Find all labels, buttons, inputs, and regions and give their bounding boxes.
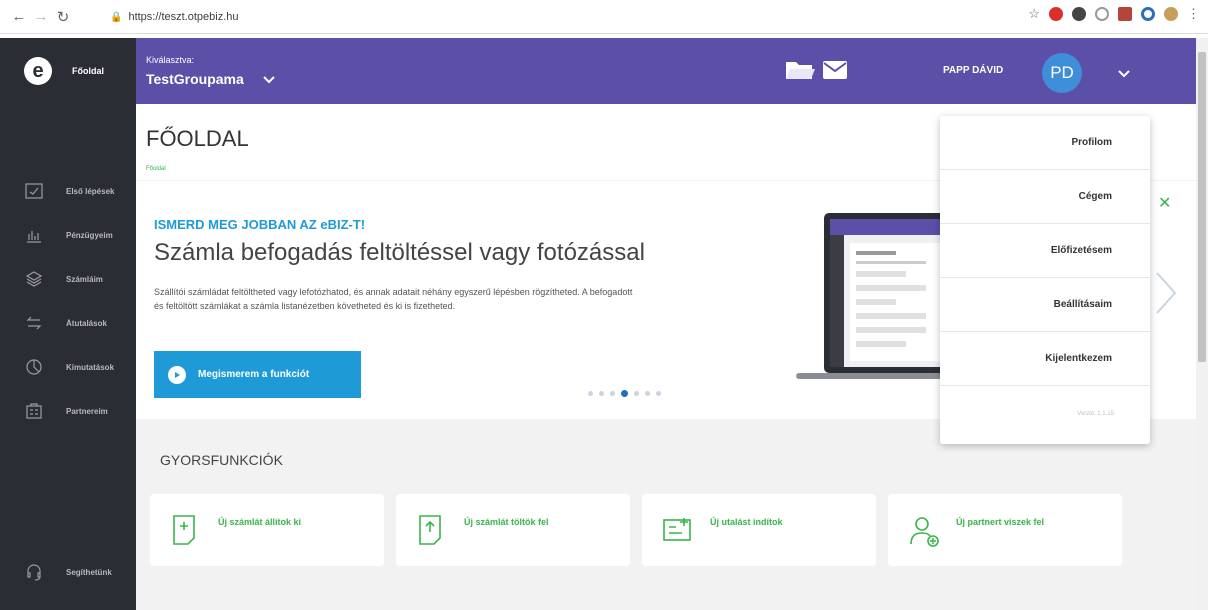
avatar[interactable]: PD [1042, 53, 1082, 93]
sidebar-item-label: Átutalások [66, 318, 107, 328]
company-selector[interactable]: TestGroupama [146, 71, 244, 87]
transfer-icon [24, 313, 44, 333]
quick-upload-invoice-label: Új számlát töltök fel [464, 517, 549, 527]
carousel-dots [588, 390, 661, 397]
sidebar-item-label: Kimutatások [66, 362, 115, 372]
back-icon[interactable]: ← [8, 6, 30, 28]
quick-new-partner-card[interactable]: Új partnert viszek fel [888, 494, 1122, 566]
quick-functions-title: GYORSFUNKCIÓK [160, 452, 283, 468]
quick-new-invoice-label: Új számlát állítok ki [218, 517, 302, 527]
checkbox-icon [24, 181, 44, 201]
sidebar-item-partners[interactable]: Partnereim [0, 396, 136, 426]
chevron-right-icon[interactable] [1154, 271, 1178, 320]
adblock-icon[interactable] [1049, 7, 1063, 21]
sidebar-item-label: Első lépések [66, 186, 115, 196]
sidebar: e Főoldal Első lépések Pénzügyeim Számlá… [0, 38, 136, 610]
quick-upload-invoice-card[interactable]: Új számlát töltök fel [396, 494, 630, 566]
sidebar-item-finances[interactable]: Pénzügyeim [0, 220, 136, 250]
user-name[interactable]: PAPP DÁVID [943, 65, 1003, 76]
sidebar-item-help[interactable]: Segíthetünk [0, 552, 136, 592]
browser-toolbar: ← → ↻ 🔒 https://teszt.otpebiz.hu ☆ ⋮ [0, 0, 1208, 34]
sidebar-item-reports[interactable]: Kimutatások [0, 352, 136, 382]
extension-icon[interactable] [1141, 7, 1155, 21]
user-menu-dropdown: Profilom Cégem Előfizetésem Beállításaim… [940, 116, 1150, 444]
partner-add-icon [908, 514, 942, 553]
company-selector-label: Kiválasztva: [146, 55, 195, 65]
carousel-dot[interactable] [599, 391, 604, 396]
menu-item-settings[interactable]: Beállításaim [940, 278, 1150, 332]
close-icon[interactable]: ✕ [1158, 193, 1171, 213]
sidebar-item-label: Partnereim [66, 406, 108, 416]
sidebar-item-label: Számláim [66, 274, 103, 284]
quick-new-partner-label: Új partnert viszek fel [956, 517, 1045, 527]
invoice-add-icon [170, 514, 198, 551]
page-scrollbar[interactable] [1196, 38, 1208, 610]
sidebar-home[interactable]: e Főoldal [0, 38, 136, 104]
version-text: Verzió: 1.1.15 [1077, 411, 1114, 417]
menu-item-company[interactable]: Cégem [940, 170, 1150, 224]
invoice-upload-icon [416, 514, 444, 551]
mail-icon[interactable] [822, 60, 848, 85]
url-text: https://teszt.otpebiz.hu [128, 11, 239, 23]
carousel-dot-active[interactable] [621, 390, 628, 397]
quick-new-transfer-card[interactable]: Új utalást indítok [642, 494, 876, 566]
chevron-down-icon[interactable] [262, 72, 276, 90]
carousel-dot[interactable] [634, 391, 639, 396]
menu-item-logout[interactable]: Kijelentkezem [940, 332, 1150, 386]
extension-icon[interactable] [1072, 7, 1086, 21]
learn-feature-label: Megismerem a funkciót [198, 369, 310, 380]
page-title: FŐOLDAL [146, 126, 249, 151]
headset-icon [24, 562, 44, 582]
learn-feature-button[interactable]: Megismerem a funkciót [154, 351, 361, 398]
extension-icons: ☆ ⋮ [1028, 6, 1200, 22]
topbar: Kiválasztva: TestGroupama PAPP DÁVID PD [136, 38, 1196, 104]
layers-icon [24, 269, 44, 289]
forward-icon[interactable]: → [30, 6, 52, 28]
banner-title: Számla befogadás feltöltéssel vagy fotóz… [154, 239, 645, 266]
menu-item-profile[interactable]: Profilom [940, 116, 1150, 170]
chevron-down-icon[interactable] [1117, 66, 1131, 84]
folder-icon[interactable] [784, 58, 816, 87]
address-bar[interactable]: 🔒 https://teszt.otpebiz.hu [110, 6, 940, 28]
banner-kicker: ISMERD MEG JOBBAN AZ eBIZ-T! [154, 217, 366, 232]
bookmark-star-icon[interactable]: ☆ [1028, 6, 1040, 22]
sidebar-item-invoices[interactable]: Számláim [0, 264, 136, 294]
sidebar-item-label: Pénzügyeim [66, 230, 113, 240]
banner-text: Szállítói számládat feltöltheted vagy le… [154, 287, 633, 311]
carousel-dot[interactable] [610, 391, 615, 396]
menu-item-subscription[interactable]: Előfizetésem [940, 224, 1150, 278]
bar-chart-icon [24, 225, 44, 245]
reload-icon[interactable]: ↻ [52, 6, 74, 28]
transfer-new-icon [662, 514, 694, 549]
sidebar-item-first-steps[interactable]: Első lépések [0, 176, 136, 206]
carousel-dot[interactable] [588, 391, 593, 396]
lock-icon: 🔒 [110, 11, 123, 23]
sidebar-home-label: Főoldal [72, 66, 104, 76]
breadcrumb[interactable]: Főoldal [146, 166, 166, 172]
scrollbar-thumb[interactable] [1198, 52, 1206, 362]
play-icon [168, 365, 186, 384]
sidebar-item-label: Segíthetünk [66, 567, 112, 577]
quick-new-invoice-card[interactable]: Új számlát állítok ki [150, 494, 384, 566]
menu-dots-icon[interactable]: ⋮ [1187, 6, 1200, 22]
ebiz-logo: e [24, 57, 52, 85]
extension-icon[interactable] [1118, 7, 1132, 21]
carousel-dot[interactable] [656, 391, 661, 396]
extension-icon[interactable] [1095, 7, 1109, 21]
profile-avatar-icon[interactable] [1164, 7, 1178, 21]
quick-new-transfer-label: Új utalást indítok [710, 517, 783, 527]
partners-icon [24, 401, 44, 421]
carousel-dot[interactable] [645, 391, 650, 396]
pie-chart-icon [24, 357, 44, 377]
sidebar-item-transfers[interactable]: Átutalások [0, 308, 136, 338]
